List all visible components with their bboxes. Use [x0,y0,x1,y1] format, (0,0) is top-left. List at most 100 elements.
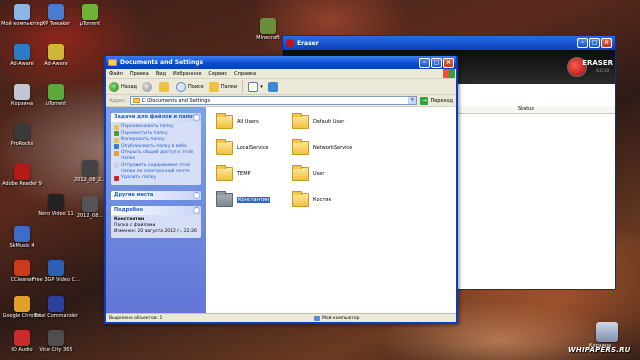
folder-item[interactable]: All Users [216,113,259,129]
status-column-header[interactable]: Status [518,106,534,112]
shortcut-icon [48,296,64,312]
details-body: Константин Папка с файлами Изменен: 20 а… [111,215,201,238]
desktop-shortcut[interactable]: Корзина [4,84,40,107]
desktop-shortcut[interactable]: Vice City 365 [38,330,74,353]
menu-view[interactable]: Вид [156,71,166,77]
address-input[interactable]: C:\Documents and Settings ▾ [129,96,418,105]
forward-button[interactable]: › [142,81,154,92]
shortcut-icon [48,44,64,60]
tasks-panel-title: Задачи для файлов и папок [114,114,196,120]
back-button[interactable]: ‹ Назад [109,81,137,92]
windows-logo-icon [443,69,455,78]
task-link[interactable]: Переместить папку [114,131,198,137]
search-icon [176,81,187,92]
menu-file[interactable]: Файл [109,71,123,77]
folder-icon [292,191,309,207]
other-places-header[interactable]: Другие места ˅ [111,190,201,200]
folder-name: NetworkService [313,145,353,151]
minimize-button[interactable]: – [577,38,588,48]
explorer-window: Documents and Settings – □ × Файл Правка… [104,56,458,324]
task-icon [114,144,119,149]
menu-tools[interactable]: Сервис [208,71,227,77]
desktop-shortcut[interactable]: 2012_08_2... [72,160,108,183]
task-icon [114,175,119,181]
recycle-bin-icon[interactable] [596,322,618,342]
desktop-shortcut[interactable]: Minecraft [250,18,286,41]
folder-item[interactable]: Костик [292,191,332,207]
collapse-chevron-icon[interactable]: ˄ [193,114,200,121]
folder-item[interactable]: User [292,165,325,181]
shortcut-icon [14,124,30,140]
folder-item[interactable]: TEMP [216,165,251,181]
details-title: Подробно [114,206,144,213]
folders-icon [208,81,219,92]
folder-item[interactable]: NetworkService [292,139,353,155]
shortcut-icon [260,18,276,34]
desktop-shortcut[interactable]: µTorrent [72,4,108,27]
other-places-title: Другие места [114,191,154,198]
menu-help[interactable]: Справка [234,71,256,77]
desktop-shortcut[interactable]: XP Tweaker [38,4,74,27]
task-link[interactable]: Переименовать папку [114,124,198,130]
folder-name: User [313,171,325,177]
folder-item[interactable]: LocalService [216,139,268,155]
desktop-shortcut[interactable]: Мой компьютер [1,4,43,27]
tasks-panel-header[interactable]: Задачи для файлов и папок ˄ [111,113,201,122]
folder-icon [216,113,233,129]
up-folder-button[interactable] [159,81,171,92]
explorer-titlebar[interactable]: Documents and Settings – □ × [106,56,456,69]
back-arrow-icon: ‹ [109,81,119,92]
task-link[interactable]: Отправить содержимое этой папки по элект… [114,163,198,175]
views-icon [248,81,259,92]
shortcut-label: 2012_08_2... [73,177,107,183]
search-button[interactable]: Поиск [176,81,204,92]
collapse-chevron-icon[interactable]: ˄ [193,206,200,214]
task-link[interactable]: Копировать папку [114,137,198,143]
task-label: Переименовать папку [121,124,174,129]
task-icon [114,137,119,143]
menu-bar: Файл Правка Вид Избранное Сервис Справка [106,69,456,79]
go-button[interactable]: → Переход [420,96,453,105]
status-selection: Выделено объектов: 1 [109,315,163,321]
folder-icon [132,98,140,103]
desktop-shortcut[interactable]: ProRocks [4,124,40,147]
desktop-shortcut[interactable]: Free 3GP Video C... [32,260,80,283]
task-link[interactable]: Открыть общий доступ к этой папке [114,150,198,162]
details-header[interactable]: Подробно ˄ [111,205,201,215]
shortcut-label: Free 3GP Video C... [32,277,80,283]
wallpaper-watermark: WHIPAPERS.RU [568,346,631,354]
expand-chevron-icon[interactable]: ˅ [193,191,200,199]
desktop-shortcut[interactable]: Nero Video 11 [38,194,74,217]
menu-favorites[interactable]: Избранное [173,71,201,77]
desktop-shortcut[interactable]: Adobe Reader 9 [2,164,42,187]
shortcut-label: Nero Video 11 [38,211,74,217]
shortcut-label: SkMusic 4 [9,243,35,249]
maximize-button[interactable]: □ [431,57,442,68]
folder-item[interactable]: Default User [292,113,344,129]
task-pane: Задачи для файлов и папок ˄ Переименоват… [106,107,206,313]
menu-edit[interactable]: Правка [130,71,149,77]
address-dropdown-icon[interactable]: ▾ [408,97,417,104]
eraser-titlebar[interactable]: Eraser – □ × [283,36,615,50]
task-label: Открыть общий доступ к этой папке [121,150,193,161]
sync-button[interactable] [267,81,280,92]
desktop-shortcut[interactable]: IO Audio [4,330,40,353]
desktop-shortcut[interactable]: Total Commander [34,296,78,319]
maximize-button[interactable]: □ [589,38,600,48]
folder-item[interactable]: Константин [216,191,271,207]
task-link[interactable]: Удалить папку [114,175,198,181]
task-link[interactable]: Опубликовать папку в вебе [114,144,198,150]
desktop-shortcut[interactable]: 2012_08... [72,196,108,219]
folder-icon [292,165,309,181]
desktop-shortcut[interactable]: uTorrent [38,84,74,107]
close-button[interactable]: × [601,38,612,48]
desktop-shortcut[interactable]: Ad-Aware [4,44,40,67]
close-button[interactable]: × [443,57,454,68]
views-button[interactable]: ▾ [248,81,263,92]
desktop-shortcut[interactable]: Ad-Aware [38,44,74,67]
folders-button[interactable]: Папки [208,81,237,92]
shortcut-icon [14,84,30,100]
desktop-shortcut[interactable]: SkMusic 4 [4,226,40,249]
minimize-button[interactable]: – [419,57,430,68]
shortcut-icon [48,84,64,100]
